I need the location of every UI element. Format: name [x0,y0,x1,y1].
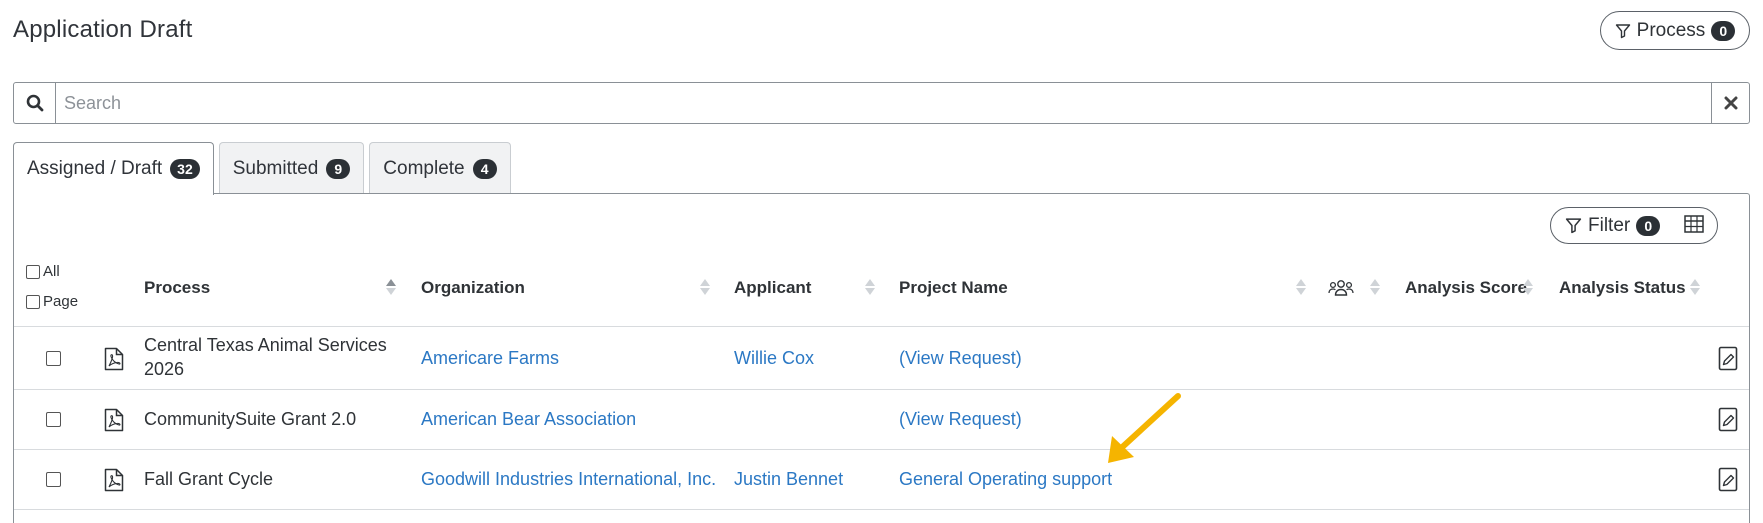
tab-count-badge: 32 [170,159,200,179]
sort-analysis-status[interactable] [1690,277,1700,297]
tab-count-badge: 9 [326,158,351,179]
tab-label: Assigned / Draft [27,158,163,179]
select-all-checkbox[interactable] [26,264,40,279]
project-name-link[interactable]: (View Request) [899,407,1022,431]
sort-applicant[interactable] [865,277,875,297]
edit-document-icon [1718,467,1738,492]
people-group-icon [1328,280,1354,296]
edit-application-button[interactable] [1718,346,1738,376]
process-filter-label: Process [1636,19,1706,41]
column-header-project-name[interactable]: Project Name [899,278,1008,298]
column-header-team[interactable] [1328,278,1354,303]
column-header-organization[interactable]: Organization [421,278,525,298]
process-filter-button[interactable]: Process 0 [1600,11,1750,50]
header-divider [14,326,1749,327]
search-icon [26,94,43,112]
select-all: All [26,263,60,280]
edit-application-button[interactable] [1718,467,1738,497]
applicant-link[interactable]: Willie Cox [734,346,814,370]
column-header-applicant[interactable]: Applicant [734,278,811,298]
tab-label: Complete [383,157,465,179]
sort-organization[interactable] [700,277,710,297]
clear-search-button[interactable] [1711,83,1749,123]
pdf-download-button[interactable] [104,468,124,497]
annotation-arrow-icon [1108,393,1181,463]
sort-process[interactable] [386,277,396,297]
sort-project-name[interactable] [1296,277,1306,297]
column-chooser-button[interactable] [1684,215,1704,238]
pdf-file-icon [104,468,124,492]
tab-assigned-draft[interactable]: Assigned / Draft 32 [13,142,214,195]
select-all-label: All [43,263,60,280]
row-divider [14,509,1749,510]
table-filter-count: 0 [1636,215,1661,236]
pdf-file-icon [104,347,124,371]
close-icon [1724,96,1737,110]
row-divider [14,389,1749,390]
row-divider [14,449,1749,450]
process-name-line: Central Texas Animal Services [144,335,387,355]
project-name-link[interactable]: General Operating support [899,467,1112,491]
edit-document-icon [1718,407,1738,432]
process-name-line: 2026 [144,359,185,379]
funnel-icon [1565,218,1582,234]
applicant-link[interactable]: Justin Bennet [734,467,843,491]
column-header-process[interactable]: Process [144,278,210,298]
funnel-icon [1615,23,1630,38]
tab-complete[interactable]: Complete 4 [369,142,511,194]
sort-analysis-score[interactable] [1523,277,1533,297]
organization-link[interactable]: American Bear Association [421,407,636,431]
row-checkbox[interactable] [46,351,61,366]
select-page: Page [26,293,78,310]
table-columns-icon [1684,215,1704,233]
row-checkbox[interactable] [46,472,61,487]
pdf-download-button[interactable] [104,408,124,437]
select-page-label: Page [43,293,79,310]
column-header-analysis-score[interactable]: Analysis Score [1405,278,1527,298]
organization-link[interactable]: Americare Farms [421,346,559,370]
edit-document-icon [1718,346,1738,371]
process-cell: CommunitySuite Grant 2.0 [144,409,357,429]
sort-team[interactable] [1370,277,1380,297]
search-input[interactable] [56,83,1711,123]
search-button[interactable] [14,83,56,123]
page-title: Application Draft [13,16,193,43]
tab-count-badge: 4 [472,158,497,179]
edit-application-button[interactable] [1718,407,1738,437]
column-header-analysis-status[interactable]: Analysis Status [1559,278,1686,298]
process-cell: Central Texas Animal Services 2026 [144,333,387,381]
pdf-file-icon [104,408,124,432]
process-cell: Fall Grant Cycle [144,469,274,489]
select-page-checkbox[interactable] [26,294,40,309]
tab-submitted[interactable]: Submitted 9 [218,142,365,194]
pdf-download-button[interactable] [104,347,124,376]
organization-link[interactable]: Goodwill Industries International, Inc. [421,467,716,491]
tab-label: Submitted [232,157,319,179]
search-bar [13,82,1750,124]
project-name-link[interactable]: (View Request) [899,346,1022,370]
table-filter-label: Filter [1588,214,1631,236]
row-checkbox[interactable] [46,412,61,427]
process-filter-count: 0 [1711,20,1736,41]
status-tabs: Assigned / Draft 32 Submitted 9 Complete… [13,142,511,195]
